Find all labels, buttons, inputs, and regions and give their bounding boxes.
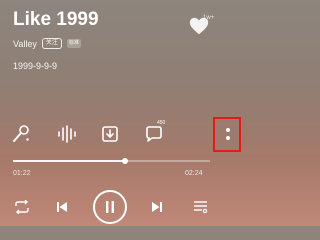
download-icon <box>102 126 118 142</box>
song-title: Like 1999 <box>13 9 99 30</box>
elapsed-time: 01:22 <box>13 170 31 177</box>
progress-fill <box>13 160 126 162</box>
play-pause-button[interactable] <box>93 190 127 224</box>
previous-icon <box>57 202 67 212</box>
sound-effect-button[interactable] <box>55 122 79 146</box>
like-count: 1w+ <box>203 15 215 21</box>
total-time: 02:24 <box>185 170 203 177</box>
singing-mic-icon <box>13 125 29 142</box>
comment-icon <box>146 126 162 142</box>
quality-badge[interactable]: 标准 <box>66 39 81 48</box>
previous-button[interactable] <box>55 200 69 214</box>
artist-row: Valley 关注 标准 <box>13 38 81 49</box>
follow-button[interactable]: 关注 <box>41 38 62 49</box>
playlist-icon <box>194 201 208 214</box>
sound-effect-icon <box>58 125 76 143</box>
sing-button[interactable] <box>9 122 33 146</box>
repeat-button[interactable] <box>13 199 31 215</box>
repeat-icon <box>15 200 29 214</box>
download-button[interactable] <box>98 122 122 146</box>
next-button[interactable] <box>150 200 164 214</box>
lyric-line[interactable]: 1999-9-9-9 <box>13 61 57 71</box>
progress-knob[interactable] <box>122 158 129 164</box>
highlight-box <box>213 117 241 152</box>
playlist-button[interactable] <box>192 199 210 215</box>
artist-name[interactable]: Valley <box>13 39 37 49</box>
comment-count-badge: 450 <box>157 120 166 126</box>
next-icon <box>152 202 162 212</box>
pause-icon <box>106 201 114 213</box>
